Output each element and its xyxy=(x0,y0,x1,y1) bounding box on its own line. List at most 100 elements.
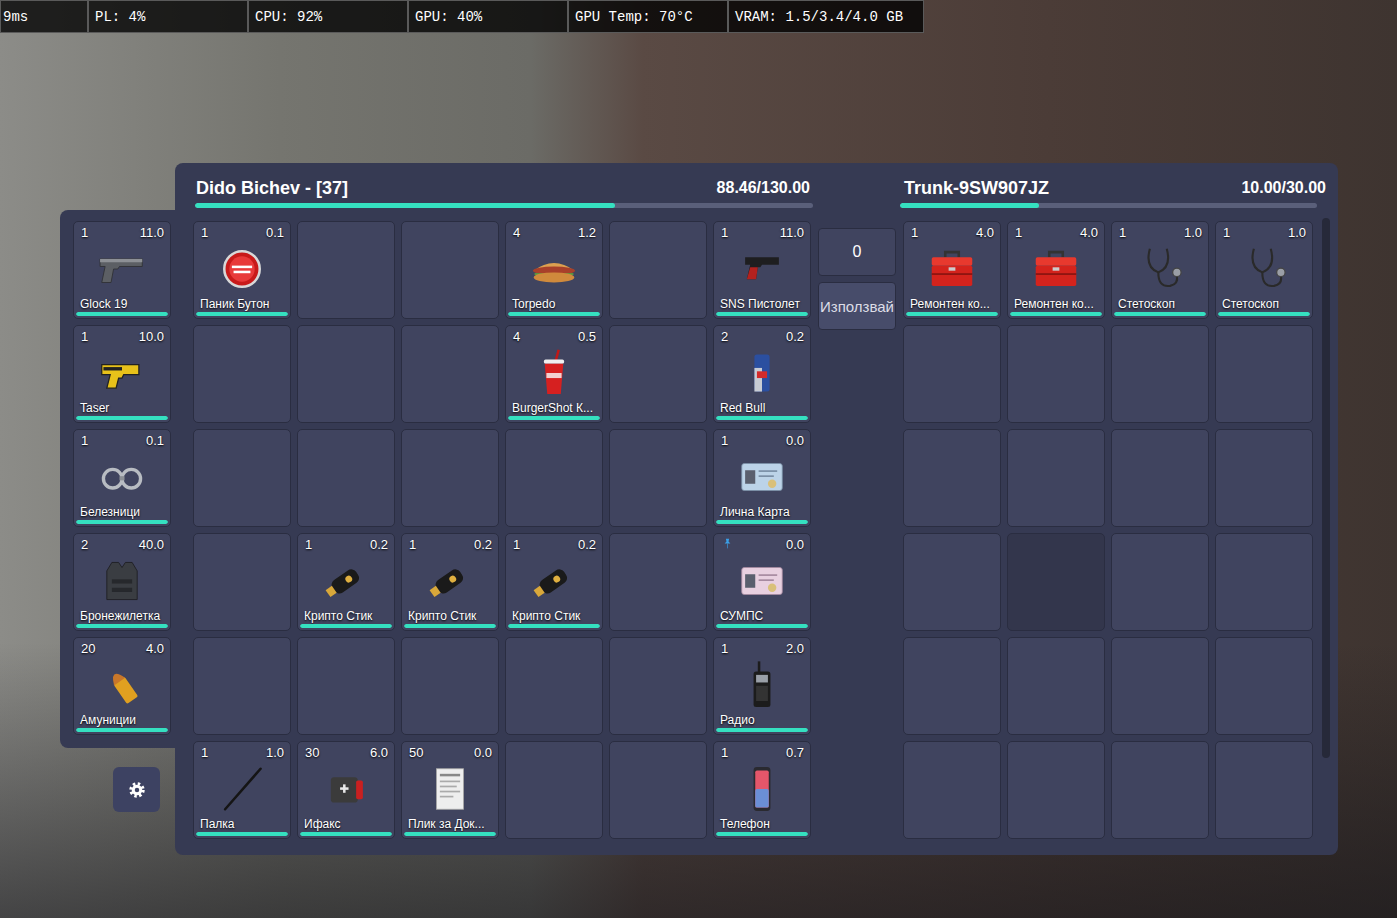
scrollbar[interactable] xyxy=(1322,218,1330,758)
action-column: Използвай xyxy=(818,228,896,330)
inventory-slot[interactable] xyxy=(505,741,603,839)
item-weight: 1.0 xyxy=(266,745,284,760)
inventory-slot[interactable] xyxy=(297,325,395,423)
inventory-slot[interactable] xyxy=(193,533,291,631)
inventory-slot[interactable]: 306.0Ифакс xyxy=(297,741,395,839)
inventory-slot[interactable] xyxy=(297,221,395,319)
hotbar-slot[interactable]: 204.0Амуниции xyxy=(73,637,171,735)
item-count: 1 xyxy=(721,433,728,448)
item-weight: 11.0 xyxy=(140,225,164,240)
item-count: 1 xyxy=(201,225,208,240)
hotbar-slot[interactable]: 111.0Glock 19 xyxy=(73,221,171,319)
durability-bar xyxy=(404,832,496,836)
inventory-slot[interactable]: 0.0СУМПС xyxy=(713,533,811,631)
inventory-slot[interactable]: 41.2Torpedo xyxy=(505,221,603,319)
inventory-slot[interactable] xyxy=(1111,741,1209,839)
inventory-slot[interactable] xyxy=(505,429,603,527)
inventory-slot[interactable]: 20.2Red Bull xyxy=(713,325,811,423)
durability-bar xyxy=(716,624,808,628)
item-label: Taser xyxy=(74,401,170,415)
inventory-slot[interactable] xyxy=(609,429,707,527)
item-count: 20 xyxy=(81,641,95,656)
inventory-slot[interactable]: 10.2Крипто Стик xyxy=(505,533,603,631)
item-count: 1 xyxy=(409,537,416,552)
inventory-slot[interactable] xyxy=(1215,325,1313,423)
inventory-slot[interactable] xyxy=(609,637,707,735)
inventory-slot[interactable]: 500.0Плик за Док... xyxy=(401,741,499,839)
inventory-slot[interactable] xyxy=(193,325,291,423)
item-count: 1 xyxy=(81,433,88,448)
inventory-slot[interactable] xyxy=(297,637,395,735)
use-button[interactable]: Използвай xyxy=(818,282,896,330)
inventory-slot[interactable] xyxy=(1215,429,1313,527)
inventory-slot[interactable] xyxy=(609,741,707,839)
inventory-slot[interactable]: 10.2Крипто Стик xyxy=(297,533,395,631)
inventory-slot[interactable] xyxy=(401,429,499,527)
inventory-slot[interactable] xyxy=(1215,533,1313,631)
ifak-icon xyxy=(319,762,373,816)
inventory-slot[interactable]: 10.0Лична Карта xyxy=(713,429,811,527)
inventory-slot[interactable] xyxy=(1111,429,1209,527)
inventory-slot[interactable] xyxy=(1007,325,1105,423)
inventory-slot[interactable] xyxy=(1215,741,1313,839)
inventory-slot[interactable]: 10.2Крипто Стик xyxy=(401,533,499,631)
settings-button[interactable] xyxy=(113,767,160,812)
inventory-slot[interactable] xyxy=(1111,325,1209,423)
item-weight: 0.1 xyxy=(266,225,284,240)
inventory-slot[interactable]: 111.0SNS Пистолет xyxy=(713,221,811,319)
item-weight: 4.0 xyxy=(976,225,994,240)
inventory-slot[interactable] xyxy=(1111,637,1209,735)
inventory-panel: Dido Bichev - [37]88.46/130.0010.1Паник … xyxy=(175,163,1338,855)
item-label: Ремонтен ко... xyxy=(1008,297,1104,311)
inventory-slot[interactable] xyxy=(401,637,499,735)
item-label: Паник Бутон xyxy=(194,297,290,311)
inventory-slot[interactable]: 11.0Стетоскоп xyxy=(1111,221,1209,319)
inventory-slot[interactable]: 40.5BurgerShot К... xyxy=(505,325,603,423)
inventory-slot[interactable] xyxy=(1007,637,1105,735)
amount-input[interactable] xyxy=(818,228,896,276)
license-icon xyxy=(735,554,789,608)
inventory-slot[interactable]: 12.0Радио xyxy=(713,637,811,735)
glock-icon xyxy=(95,242,149,296)
inventory-slot[interactable] xyxy=(903,429,1001,527)
inventory-slot[interactable] xyxy=(1007,741,1105,839)
item-weight: 0.0 xyxy=(786,433,804,448)
inventory-slot[interactable]: 10.7Телефон xyxy=(713,741,811,839)
inventory-slot[interactable]: 14.0Ремонтен ко... xyxy=(1007,221,1105,319)
item-weight: 4.0 xyxy=(1080,225,1098,240)
inventory-slot[interactable] xyxy=(903,637,1001,735)
inventory-slot[interactable] xyxy=(297,429,395,527)
inventory-slot[interactable] xyxy=(505,637,603,735)
stat-cell: GPU: 40% xyxy=(408,0,568,33)
inventory-slot[interactable] xyxy=(1111,533,1209,631)
hotbar-slot[interactable]: 10.1Белезници xyxy=(73,429,171,527)
inventory-slot[interactable]: 11.0Стетоскоп xyxy=(1215,221,1313,319)
inventory-slot[interactable] xyxy=(903,533,1001,631)
inventory-slot[interactable]: 11.0Палка xyxy=(193,741,291,839)
item-label: Крипто Стик xyxy=(506,609,602,623)
inventory-slot[interactable] xyxy=(903,325,1001,423)
inventory-slot[interactable]: 1 0.1 Паник Бутон xyxy=(193,221,291,319)
item-weight: 0.0 xyxy=(786,537,804,552)
item-count: 2 xyxy=(721,329,728,344)
hotbar-slot[interactable]: 240.0Бронежилетка xyxy=(73,533,171,631)
inventory-slot[interactable] xyxy=(401,221,499,319)
inventory-slot[interactable] xyxy=(1007,429,1105,527)
inventory-slot[interactable] xyxy=(609,325,707,423)
inventory-slot[interactable] xyxy=(193,429,291,527)
inventory-slot[interactable] xyxy=(401,325,499,423)
inventory-slot[interactable] xyxy=(193,637,291,735)
hotbar-slot[interactable]: 110.0Taser xyxy=(73,325,171,423)
item-label: Крипто Стик xyxy=(402,609,498,623)
item-weight: 1.0 xyxy=(1184,225,1202,240)
inventory-slot[interactable]: 14.0Ремонтен ко... xyxy=(903,221,1001,319)
inventory-slot[interactable] xyxy=(609,533,707,631)
item-weight: 0.2 xyxy=(370,537,388,552)
inventory-slot[interactable] xyxy=(609,221,707,319)
inventory-slot[interactable] xyxy=(903,741,1001,839)
item-weight: 6.0 xyxy=(370,745,388,760)
inventory-slot[interactable] xyxy=(1215,637,1313,735)
durability-bar xyxy=(508,312,600,316)
inventory-slot[interactable] xyxy=(1007,533,1105,631)
toolbox-icon xyxy=(1029,242,1083,296)
